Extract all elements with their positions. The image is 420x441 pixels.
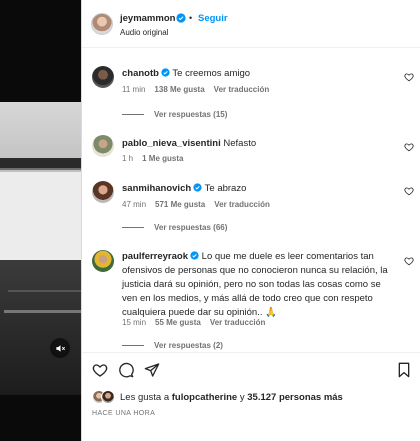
avatar[interactable] xyxy=(91,13,113,35)
comment-text: paulferreyraok Lo que me duele es leer c… xyxy=(122,250,392,320)
avatar[interactable] xyxy=(92,250,114,272)
post-panel: jeymammon • Seguir Audio original chanot… xyxy=(82,0,420,441)
comment-time[interactable]: 15 min xyxy=(122,318,146,327)
comment-text: pablo_nieva_visentini Nefasto xyxy=(122,137,392,151)
comment-meta: 11 min 138 Me gusta Ver traducción xyxy=(122,85,278,94)
comment-time[interactable]: 11 min xyxy=(122,85,145,94)
mute-icon xyxy=(55,344,65,352)
post-actions: Les gusta a fulopcatherine y 35.127 pers… xyxy=(82,352,420,441)
likes-connector: y xyxy=(239,391,245,403)
heart-icon[interactable] xyxy=(92,362,108,378)
avatar xyxy=(101,390,115,404)
translate-link[interactable]: Ver traducción xyxy=(214,85,270,94)
verified-icon xyxy=(193,183,202,192)
verified-icon xyxy=(176,13,186,23)
comment-likes[interactable]: 571 Me gusta xyxy=(155,200,205,209)
separator-dot: • xyxy=(189,13,193,23)
follow-button[interactable]: Seguir xyxy=(198,13,228,24)
view-replies-button[interactable]: Ver respuestas (66) xyxy=(122,223,227,232)
comment-username[interactable]: chanotb xyxy=(122,68,159,79)
comment-emoji: 🙏 xyxy=(265,307,277,318)
heart-icon[interactable] xyxy=(404,142,414,152)
verified-icon xyxy=(161,68,170,77)
video-scene-rail xyxy=(8,290,81,292)
comment-likes[interactable]: 1 Me gusta xyxy=(142,154,183,163)
avatar[interactable] xyxy=(92,135,114,157)
translate-link[interactable]: Ver traducción xyxy=(210,318,266,327)
comment-meta: 1 h 1 Me gusta xyxy=(122,154,192,163)
verified-icon xyxy=(190,251,199,260)
avatar[interactable] xyxy=(92,66,114,88)
audio-label[interactable]: Audio original xyxy=(120,28,168,37)
post-timestamp[interactable]: HACE UNA HORA xyxy=(92,410,155,417)
heart-icon[interactable] xyxy=(404,186,414,196)
likes-user[interactable]: fulopcatherine xyxy=(172,392,237,403)
likes-summary[interactable]: Les gusta a fulopcatherine y 35.127 pers… xyxy=(92,390,343,404)
heart-icon[interactable] xyxy=(404,72,414,82)
bookmark-icon[interactable] xyxy=(396,362,412,378)
avatar[interactable] xyxy=(92,181,114,203)
translate-link[interactable]: Ver traducción xyxy=(214,200,270,209)
comment-likes[interactable]: 55 Me gusta xyxy=(155,318,201,327)
likes-count[interactable]: 35.127 personas más xyxy=(247,392,343,403)
view-replies-button[interactable]: Ver respuestas (15) xyxy=(122,110,227,119)
comment: pablo_nieva_visentini Nefasto 1 h 1 Me gu… xyxy=(82,132,420,172)
mute-button[interactable] xyxy=(50,338,70,358)
post-username[interactable]: jeymammon xyxy=(120,13,175,24)
comment-time[interactable]: 1 h xyxy=(122,154,133,163)
comment-meta: 15 min 55 Me gusta Ver traducción xyxy=(122,318,274,327)
share-icon[interactable] xyxy=(144,362,160,378)
comment-text: sanmihanovich Te abrazo xyxy=(122,182,392,196)
video-player[interactable] xyxy=(0,0,81,441)
video-scene-wall xyxy=(0,102,81,158)
comment: paulferreyraok Lo que me duele es leer c… xyxy=(82,248,420,352)
comment-time[interactable]: 47 min xyxy=(122,200,146,209)
comment-icon[interactable] xyxy=(118,362,134,378)
replies-line xyxy=(122,345,144,346)
video-scene-rail xyxy=(4,310,81,313)
replies-line xyxy=(122,114,144,115)
comment-body: Te abrazo xyxy=(204,183,247,194)
comment-likes[interactable]: 138 Me gusta xyxy=(154,85,204,94)
comment-body: Nefasto xyxy=(223,138,257,149)
likes-prefix: Les gusta a xyxy=(120,391,170,403)
video-scene-floor xyxy=(0,260,81,395)
view-replies-label: Ver respuestas (2) xyxy=(154,341,223,350)
comment-username[interactable]: paulferreyraok xyxy=(122,251,188,262)
comment-meta: 47 min 571 Me gusta Ver traducción xyxy=(122,200,279,209)
post-header: jeymammon • Seguir Audio original xyxy=(82,0,420,48)
view-replies-button[interactable]: Ver respuestas (2) xyxy=(122,341,223,350)
heart-icon[interactable] xyxy=(404,256,414,266)
replies-line xyxy=(122,227,144,228)
view-replies-label: Ver respuestas (15) xyxy=(154,110,228,119)
comment-username[interactable]: sanmihanovich xyxy=(122,183,191,194)
comment-username[interactable]: pablo_nieva_visentini xyxy=(122,138,221,149)
comment-body: Te creemos amigo xyxy=(172,68,251,79)
view-replies-label: Ver respuestas (66) xyxy=(154,223,228,232)
comment-text: chanotb Te creemos amigo xyxy=(122,67,392,81)
video-scene-board xyxy=(0,170,81,260)
comment: sanmihanovich Te abrazo 47 min 571 Me gus… xyxy=(82,179,420,249)
video-scene-band xyxy=(0,158,81,168)
